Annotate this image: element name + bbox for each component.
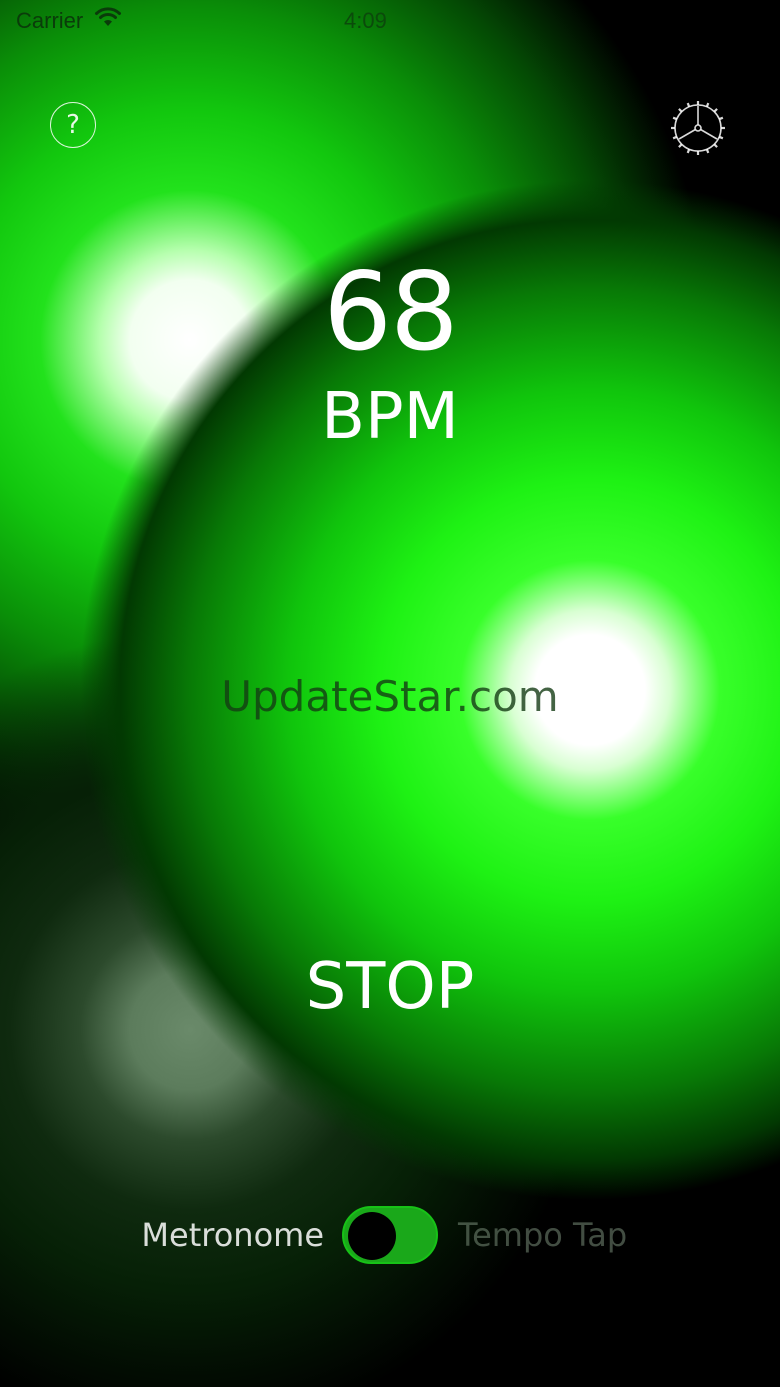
tempo-tap-mode-label: Tempo Tap	[458, 1216, 628, 1254]
wifi-icon	[95, 7, 121, 26]
watermark: UpdateStar.com	[221, 672, 559, 721]
bpm-unit-label: BPM	[321, 380, 459, 454]
settings-button[interactable]	[668, 98, 728, 158]
app-screen: Carrier 4:09 ? 68 BPM UpdateStar.com STO…	[0, 0, 780, 1387]
help-button[interactable]: ?	[50, 102, 96, 148]
gear-icon	[671, 101, 725, 155]
toggle-knob	[348, 1212, 396, 1260]
status-bar: Carrier 4:09	[0, 0, 780, 40]
stop-button[interactable]: STOP	[240, 950, 540, 1024]
carrier-label: Carrier	[16, 8, 84, 33]
bpm-value[interactable]: 68	[240, 250, 540, 375]
help-icon: ?	[66, 110, 80, 140]
mode-toggle[interactable]	[342, 1206, 438, 1264]
clock-label: 4:09	[344, 8, 387, 33]
metronome-mode-label: Metronome	[141, 1216, 324, 1254]
